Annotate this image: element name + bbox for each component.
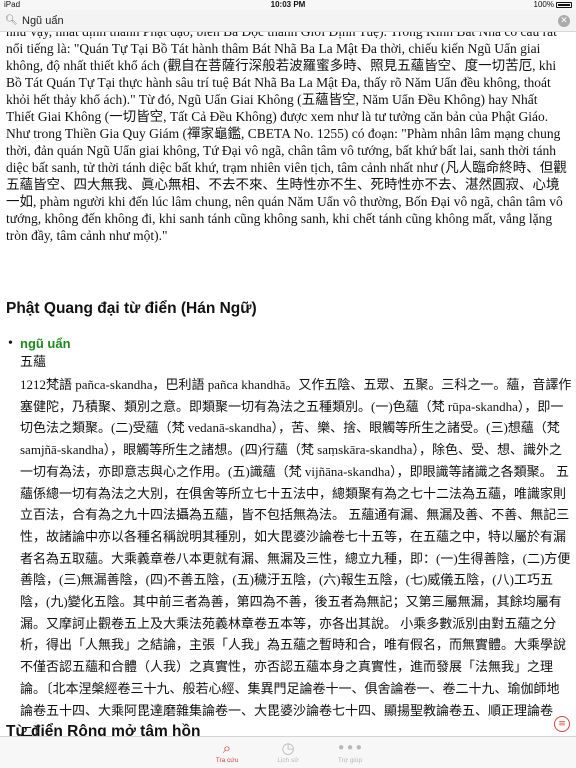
battery-indicator: 100% [534,0,572,10]
search-icon: 🔍︎ [5,15,18,26]
search-icon: ⌕ [222,739,232,757]
tab-bar: ⌕ Tra cứu ◷ Lịch sử ••• Trợ giúp [0,736,576,768]
search-bar: 🔍︎ ✕ [0,10,576,32]
battery-icon [556,2,572,8]
bullet-icon: • [8,336,13,351]
more-icon: ••• [336,739,364,757]
tab-label: Tra cứu [215,757,239,764]
next-section-title: Từ điển Rộng mở tâm hồn [6,723,201,736]
tab-search[interactable]: ⌕ Tra cứu [197,739,257,765]
status-bar: iPad 10:03 PM 100% [0,0,576,10]
status-time: 10:03 PM [270,0,306,9]
search-input[interactable] [22,14,542,28]
tab-history[interactable]: ◷ Lịch sử [258,739,318,765]
tab-label: Trợ giúp [337,757,363,764]
clock-icon: ◷ [281,739,295,757]
tab-label: Lịch sử [277,757,299,764]
battery-percent: 100% [533,0,554,9]
entry-definition: 1212梵語 pañca-skandha，巴利語 pañca khandhā。又… [20,377,572,736]
tab-help[interactable]: ••• Trợ giúp [320,739,380,765]
article-content: như vậy, nhất định thành Phật đạo, biến … [0,32,576,736]
entry-hanzi: 五蘊 [20,354,47,369]
clear-icon[interactable]: ✕ [558,15,570,27]
section-title: Phật Quang đại từ điển (Hán Ngữ) [6,300,257,317]
entry-headword[interactable]: ngũ uẩn [20,336,71,352]
list-icon[interactable]: ≡ [554,716,570,732]
article-paragraph: như vậy, nhất định thành Phật đạo, biến … [6,32,567,243]
